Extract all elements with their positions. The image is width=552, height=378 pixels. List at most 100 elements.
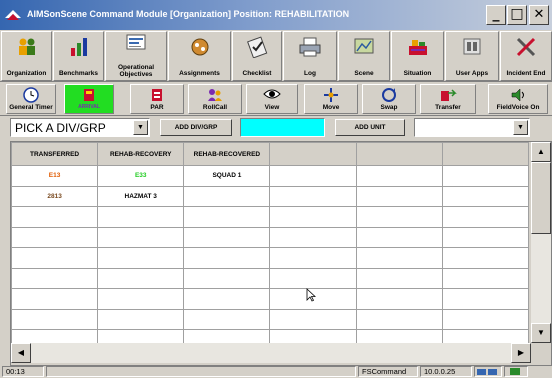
empty-cell[interactable] — [11, 267, 99, 289]
user-apps-button[interactable]: User Apps — [445, 31, 499, 81]
fieldvoice-button[interactable]: FieldVoice On — [488, 84, 548, 114]
empty-cell[interactable] — [11, 226, 99, 248]
table-row: E13 E33 SQUAD 1 — [11, 165, 530, 187]
column-header[interactable] — [441, 142, 530, 166]
general-timer-button[interactable]: General Timer — [6, 84, 56, 114]
assignments-label: Assignments — [179, 70, 220, 77]
situation-button[interactable]: Situation — [391, 31, 444, 81]
unit-cell[interactable] — [269, 165, 357, 187]
empty-cell[interactable] — [97, 247, 185, 269]
incident-end-button[interactable]: Incident End — [500, 31, 552, 81]
empty-cell[interactable] — [269, 247, 357, 269]
unit-cell[interactable] — [441, 165, 530, 187]
column-header-rehab-recovered[interactable]: REHAB-RECOVERED — [183, 142, 271, 166]
empty-cell[interactable] — [97, 226, 185, 248]
unit-cell[interactable] — [441, 185, 530, 207]
empty-cell[interactable] — [183, 288, 271, 310]
empty-cell[interactable] — [355, 206, 443, 228]
empty-cell[interactable] — [97, 308, 185, 330]
vertical-scrollbar[interactable]: ▲ ▼ — [531, 142, 551, 343]
control-bar: PICK A DIV/GRP ▼ ADD DIV/GRP ADD UNIT ▼ — [0, 116, 552, 140]
empty-cell[interactable] — [183, 206, 271, 228]
scroll-up-button[interactable]: ▲ — [531, 142, 551, 162]
empty-cell[interactable] — [355, 267, 443, 289]
empty-cell[interactable] — [441, 226, 530, 248]
empty-cell[interactable] — [183, 226, 271, 248]
transfer-button[interactable]: Transfer — [420, 84, 476, 114]
general-timer-label: General Timer — [9, 104, 53, 111]
column-header-rehab-recovery[interactable]: REHAB-RECOVERY — [97, 142, 185, 166]
empty-cell[interactable] — [441, 288, 530, 310]
scroll-down-button[interactable]: ▼ — [531, 323, 551, 343]
empty-cell[interactable] — [97, 288, 185, 310]
empty-cell[interactable] — [11, 247, 99, 269]
empty-cell[interactable] — [269, 308, 357, 330]
empty-cell[interactable] — [183, 247, 271, 269]
column-header[interactable] — [269, 142, 357, 166]
benchmarks-button[interactable]: Benchmarks — [53, 31, 104, 81]
scene-label: Scene — [354, 70, 374, 77]
empty-cell[interactable] — [97, 267, 185, 289]
table-row — [11, 308, 530, 330]
par-button[interactable]: PAR — [130, 84, 184, 114]
empty-cell[interactable] — [183, 267, 271, 289]
chevron-down-icon[interactable]: ▼ — [133, 120, 148, 135]
unit-cell[interactable] — [355, 165, 443, 187]
empty-cell[interactable] — [11, 288, 99, 310]
empty-cell[interactable] — [97, 206, 185, 228]
scroll-right-button[interactable]: ▶ — [511, 343, 531, 363]
add-div-grp-button[interactable]: ADD DIV/GRP — [160, 119, 232, 136]
empty-cell[interactable] — [355, 288, 443, 310]
unit-cell[interactable]: E33 — [97, 165, 185, 187]
empty-cell[interactable] — [441, 206, 530, 228]
empty-cell[interactable] — [441, 267, 530, 289]
unit-cell[interactable] — [269, 185, 357, 207]
checklist-button[interactable]: Checklist — [232, 31, 282, 81]
empty-cell[interactable] — [269, 206, 357, 228]
view-button[interactable]: View — [246, 84, 298, 114]
unit-cell[interactable]: E13 — [11, 165, 99, 187]
printer-icon — [299, 37, 321, 57]
maximize-button[interactable]: □ — [507, 5, 527, 25]
empty-cell[interactable] — [441, 247, 530, 269]
assignments-button[interactable]: Assignments — [168, 31, 231, 81]
empty-cell[interactable] — [183, 308, 271, 330]
empty-cell[interactable] — [355, 247, 443, 269]
chart-icon — [70, 38, 87, 56]
empty-cell[interactable] — [269, 267, 357, 289]
chevron-down-icon[interactable]: ▼ — [513, 120, 528, 135]
tray-status — [504, 366, 528, 377]
unit-cell[interactable]: SQUAD 1 — [183, 165, 271, 187]
empty-cell[interactable] — [11, 206, 99, 228]
move-button[interactable]: Move — [304, 84, 358, 114]
vertical-scroll-thumb[interactable] — [531, 162, 551, 234]
scene-button[interactable]: Scene — [338, 31, 390, 81]
unit-cell[interactable] — [183, 185, 271, 207]
unit-select[interactable]: ▼ — [414, 118, 530, 137]
empty-cell[interactable] — [441, 308, 530, 330]
arrival-button[interactable]: ARRIVAL — [64, 84, 114, 114]
unit-cell[interactable] — [355, 185, 443, 207]
div-grp-select[interactable]: PICK A DIV/GRP ▼ — [10, 118, 150, 137]
close-button[interactable]: ✕ — [529, 5, 549, 25]
organization-button[interactable]: Organization — [1, 31, 52, 81]
empty-cell[interactable] — [269, 226, 357, 248]
unit-entry-field[interactable] — [240, 118, 325, 137]
unit-cell[interactable]: 2813 — [11, 185, 99, 207]
log-button[interactable]: Log — [283, 31, 337, 81]
horizontal-scrollbar[interactable]: ◀ ▶ — [11, 343, 531, 363]
minimize-button[interactable]: _ — [486, 5, 506, 25]
empty-cell[interactable] — [11, 308, 99, 330]
operational-objectives-button[interactable]: Operational Objectives — [105, 31, 167, 81]
add-unit-button[interactable]: ADD UNIT — [335, 119, 405, 136]
empty-cell[interactable] — [355, 226, 443, 248]
situation-label: Situation — [403, 70, 432, 77]
swap-button[interactable]: Swap — [362, 84, 416, 114]
column-header[interactable] — [355, 142, 443, 166]
arrival-label: ARRIVAL — [78, 104, 100, 110]
unit-cell[interactable]: HAZMAT 3 — [97, 185, 185, 207]
empty-cell[interactable] — [355, 308, 443, 330]
column-header-transferred[interactable]: TRANSFERRED — [11, 142, 99, 166]
scroll-left-button[interactable]: ◀ — [11, 343, 31, 363]
rollcall-button[interactable]: RollCall — [188, 84, 242, 114]
